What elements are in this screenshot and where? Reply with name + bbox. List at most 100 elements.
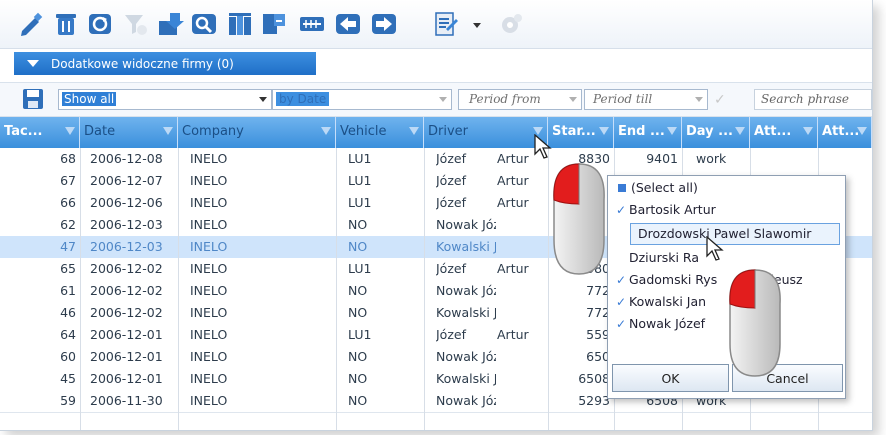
column-header-start[interactable]: Star...	[548, 117, 614, 148]
table-cell-driver: Józef	[436, 151, 466, 166]
filter-option-select-all[interactable]: (Select all)	[616, 180, 834, 200]
table-cell-driver: Kowalski Jan	[436, 371, 496, 386]
column-header-date[interactable]: Date	[80, 117, 178, 148]
column-filter-icon[interactable]	[163, 127, 173, 135]
period-from-field[interactable]: Period from	[458, 89, 582, 110]
column-filter-icon[interactable]	[599, 127, 609, 135]
back-icon[interactable]	[332, 9, 364, 39]
chevron-down-icon[interactable]	[569, 97, 577, 102]
search-input[interactable]: Search phrase	[754, 89, 872, 110]
table-cell-id: 65	[60, 261, 76, 276]
table-cell-id: 66	[60, 195, 76, 210]
import-icon[interactable]	[154, 9, 186, 39]
export-icon[interactable]	[258, 9, 290, 39]
table-cell-driver2: Artur	[497, 327, 529, 342]
mouse-click-illustration-icon	[729, 269, 781, 377]
filter-option-item[interactable]: ✓ Bartosik Artur	[616, 202, 834, 222]
filter-icon[interactable]	[120, 9, 152, 39]
column-header-vehicle[interactable]: Vehicle	[336, 117, 424, 148]
view-select-value: Show all	[62, 92, 117, 106]
insert-column-icon[interactable]	[224, 9, 256, 39]
additional-companies-group[interactable]: Dodatkowe widoczne firmy (0)	[14, 52, 316, 75]
table-cell-start: 559	[586, 327, 610, 342]
table-cell-driver: Józef	[436, 327, 466, 342]
column-filter-icon[interactable]	[321, 127, 331, 135]
table-cell-driver2: Artur	[497, 195, 529, 210]
check-icon: ✓	[616, 295, 627, 309]
table-cell-driver: Nowak Józef	[436, 393, 496, 408]
ok-button[interactable]: OK	[612, 364, 729, 392]
column-header-att-1[interactable]: Att...	[750, 117, 818, 148]
table-cell-end: 9401	[646, 151, 678, 166]
table-cell-start: 6508	[578, 371, 610, 386]
table-row[interactable]: 68 2006-12-08 INELO LU1 Józef Artur 8830 9401 wo…	[0, 148, 872, 171]
resize-icon[interactable]	[296, 9, 328, 39]
period-till-field[interactable]: Period till	[584, 89, 708, 110]
chevron-down-icon[interactable]	[439, 97, 447, 102]
table-cell-date: 2006-12-06	[90, 195, 163, 210]
settings-icon[interactable]	[496, 9, 528, 39]
column-header-end[interactable]: End ...	[614, 117, 682, 148]
edit-icon[interactable]	[16, 9, 48, 39]
select-all-indicator-icon	[618, 184, 626, 192]
view-select[interactable]: Show all	[58, 89, 272, 110]
filter-bar: Show all by Date Period from Period till…	[0, 82, 872, 117]
table-cell-id: 46	[60, 305, 76, 320]
table-cell-vehicle: LU1	[348, 195, 372, 210]
apply-check-icon[interactable]: ✓	[714, 92, 726, 108]
period-till-placeholder: Period till	[593, 92, 653, 106]
table-cell-company: INELO	[190, 393, 228, 408]
table-cell-company: INELO	[190, 349, 228, 364]
column-filter-icon[interactable]	[803, 127, 813, 135]
mouse-pointer-icon	[706, 236, 724, 261]
application-window: Dodatkowe widoczne firmy (0) Show all by…	[0, 0, 873, 431]
table-cell-start: 772	[586, 305, 610, 320]
table-cell-company: INELO	[190, 261, 228, 276]
table-cell-company: INELO	[190, 305, 228, 320]
column-filter-icon[interactable]	[735, 127, 745, 135]
chevron-down-icon[interactable]	[695, 97, 703, 102]
table-cell-company: INELO	[190, 327, 228, 342]
column-filter-icon[interactable]	[857, 127, 867, 135]
dropdown-icon[interactable]	[470, 9, 484, 39]
table-cell-date: 2006-12-02	[90, 283, 163, 298]
search-icon[interactable]	[188, 9, 220, 39]
table-cell-company: INELO	[190, 151, 228, 166]
table-cell-company: INELO	[190, 173, 228, 188]
column-header-driver[interactable]: Driver	[424, 117, 548, 148]
report-icon[interactable]	[430, 9, 462, 39]
table-cell-vehicle: LU1	[348, 327, 372, 342]
table-cell-id: 67	[60, 173, 76, 188]
period-from-placeholder: Period from	[469, 92, 541, 106]
table-cell-driver: Józef	[436, 173, 466, 188]
refresh-icon[interactable]	[84, 9, 116, 39]
delete-icon[interactable]	[50, 9, 82, 39]
grid-divider	[80, 148, 81, 430]
column-filter-icon[interactable]	[667, 127, 677, 135]
column-header-att-2[interactable]: Att...	[818, 117, 872, 148]
forward-icon[interactable]	[368, 9, 400, 39]
table-cell-date: 2006-12-01	[90, 371, 163, 386]
table-cell-id: 64	[60, 327, 76, 342]
date-mode-select[interactable]: by Date	[272, 89, 452, 110]
collapse-arrow-icon[interactable]	[27, 60, 39, 67]
table-cell-driver2: Artur	[497, 261, 529, 276]
check-icon: ✓	[616, 317, 627, 331]
chevron-down-icon[interactable]	[259, 97, 267, 102]
table-cell-id: 68	[60, 151, 76, 166]
grid-divider	[424, 148, 425, 430]
table-cell-vehicle: NO	[348, 239, 368, 254]
column-header-company[interactable]: Company	[178, 117, 336, 148]
filter-option-item-hovered[interactable]: Drozdowski Pawel Slawomir	[630, 223, 840, 245]
check-icon: ✓	[616, 273, 627, 287]
column-header-day[interactable]: Day ...	[682, 117, 750, 148]
column-filter-icon[interactable]	[409, 127, 419, 135]
table-cell-company: INELO	[190, 283, 228, 298]
table-cell-id: 61	[60, 283, 76, 298]
save-icon[interactable]	[22, 88, 44, 110]
table-cell-start: 650	[586, 349, 610, 364]
column-filter-icon[interactable]	[65, 127, 75, 135]
table-cell-date: 2006-12-02	[90, 261, 163, 276]
table-cell-driver: Nowak Józef	[436, 283, 496, 298]
column-header-tachograph[interactable]: Tac...	[0, 117, 80, 148]
